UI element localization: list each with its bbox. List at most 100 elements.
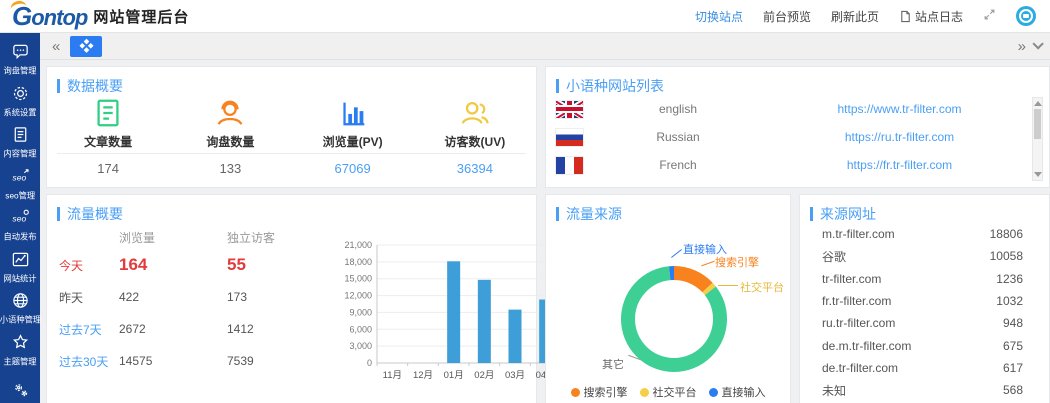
site-url-link[interactable]: https://fr.tr-filter.com [773,158,1026,172]
legend-item[interactable]: 社交平台 [640,384,697,400]
sidebar-nav: 询盘管理 系统设置 内容管理 seo seo管理 seo 自动发布 网站统计 [0,33,40,403]
site-url-link[interactable]: https://ru.tr-filter.com [773,130,1026,144]
panel-title: 流量概要 [67,204,123,224]
pv-value: 422 [119,290,227,304]
tab-dashboard[interactable] [70,36,102,57]
stat-value-pv[interactable]: 67069 [292,161,414,176]
dashboard-diamond-icon [79,38,95,54]
svg-text:12,000: 12,000 [344,291,372,301]
svg-text:11月: 11月 [383,370,402,381]
sidebar-item-inquiry[interactable]: 询盘管理 [0,39,40,81]
list-item: Russian https://ru.tr-filter.com [546,123,1026,151]
referrer-count: 675 [1003,339,1023,353]
fullscreen-icon[interactable] [983,8,996,24]
site-url-link[interactable]: https://www.tr-filter.com [773,102,1026,116]
main-content: 数据概要 文章数量 询盘数量 浏览量(PV) [40,60,1050,403]
list-item: m.tr-filter.com 18806 [800,223,1049,245]
seo-publish-icon: seo [11,208,30,227]
legend-dot-icon [640,388,649,397]
tabs-scroll-right-icon[interactable]: » [1014,39,1030,54]
referrer-list: m.tr-filter.com 18806 谷歌 10058 tr-filter… [800,223,1049,401]
tabs-dropdown-icon[interactable] [1032,38,1043,49]
tab-bar: « » [40,33,1050,60]
row-label-past7days[interactable]: 过去7天 [59,321,119,338]
referrer-count: 1032 [996,294,1023,308]
section-title-multilingual: 小语种网站列表 [546,67,1049,96]
uk-flag-icon [556,101,583,118]
nav-refresh-page[interactable]: 刷新此页 [831,8,879,25]
seo-icon: seo [11,167,30,186]
svg-text:03月: 03月 [505,370,525,381]
panel-title: 数据概要 [67,76,123,96]
legend-item[interactable]: 搜索引擎 [571,384,628,400]
svg-text:9,000: 9,000 [349,307,372,317]
russia-flag-icon [556,129,583,146]
sidebar-item-content[interactable]: 内容管理 [0,122,40,164]
pv-bar-chart: 03,0006,0009,00012,00015,00018,00021,000… [333,235,571,398]
sidebar-item-auto-publish[interactable]: seo 自动发布 [0,205,40,247]
scroll-up-icon[interactable] [1034,101,1042,106]
col-header-uv: 独立访客 [227,229,307,246]
nav-switch-site[interactable]: 切换站点 [695,8,743,25]
legend-item[interactable]: 直接输入 [709,384,766,400]
table-header-row: 浏览量 独立访客 [59,225,329,249]
legend-label: 搜索引擎 [584,384,628,400]
stat-pageviews: 浏览量(PV) [292,97,414,150]
pv-value: 164 [119,255,227,275]
tabs-scroll-left-icon[interactable]: « [48,39,64,54]
traffic-table: 浏览量 独立访客 今天 164 55 昨天 422 173 过去7天 2672 … [59,225,329,377]
list-item: english https://www.tr-filter.com [546,95,1026,123]
list-item: ru.tr-filter.com 948 [800,312,1049,334]
sidebar-item-multilingual[interactable]: 小语种管理 [0,288,40,330]
referrer-name: tr-filter.com [822,272,881,286]
panel-data-summary: 数据概要 文章数量 询盘数量 浏览量(PV) [46,66,537,188]
stat-label: 访客数(UV) [445,133,506,150]
row-label-today: 今天 [59,257,119,274]
referrer-count: 10058 [990,249,1023,263]
panel-title: 来源网址 [820,204,876,224]
nav-site-log[interactable]: 站点日志 [899,8,963,25]
star-badge-icon [11,333,30,352]
scrollbar-thumb[interactable] [1034,109,1041,139]
document-icon [899,10,912,23]
col-header-pv: 浏览量 [119,229,227,246]
list-item: 谷歌 10058 [800,245,1049,267]
article-doc-icon [92,97,124,129]
document-icon [11,125,30,144]
uv-value: 7539 [227,354,307,368]
list-scrollbar[interactable] [1032,97,1043,181]
referrer-count: 948 [1003,316,1023,330]
france-flag-icon [556,157,583,174]
chat-bubble-icon [11,42,30,61]
row-label-past30days[interactable]: 过去30天 [59,353,119,370]
row-label-yesterday: 昨天 [59,289,119,306]
stat-label: 文章数量 [84,133,132,150]
sidebar-item-seo[interactable]: seo seo管理 [0,164,40,206]
sidebar-item-label: 主题管理 [3,355,36,367]
user-avatar[interactable] [1016,6,1036,26]
stat-value-uv[interactable]: 36394 [414,161,536,176]
site-language: Russian [583,130,773,144]
panel-title: 小语种网站列表 [566,76,664,96]
sidebar-item-site-stats[interactable]: 网站统计 [0,247,40,289]
sidebar-item-theme[interactable]: 主题管理 [0,330,40,372]
donut-label-social: 社交平台 [740,279,784,295]
stat-label: 浏览量(PV) [323,133,383,150]
multilingual-list: english https://www.tr-filter.com Russia… [546,95,1026,179]
referrer-name: 未知 [822,382,846,399]
stat-value-inquiries: 133 [169,161,291,176]
sidebar-item-plugins[interactable] [0,371,40,403]
panel-traffic-source: 流量来源 直接输入 搜索引擎 社交平台 其它 搜索引擎社交平台直接输入 [545,194,791,403]
legend-dot-icon [571,388,580,397]
scroll-down-icon[interactable] [1034,172,1042,177]
section-title-traffic-source: 流量来源 [546,195,790,224]
stats-row: 文章数量 询盘数量 浏览量(PV) 访客数(UV) [47,97,536,150]
sidebar-item-system-settings[interactable]: 系统设置 [0,81,40,123]
svg-text:01月: 01月 [444,370,464,381]
list-item: 未知 568 [800,379,1049,401]
nav-front-preview[interactable]: 前台预览 [763,8,811,25]
list-item: French https://fr.tr-filter.com [546,151,1026,179]
table-row: 过去30天 14575 7539 [59,345,329,377]
stat-article-count: 文章数量 [47,97,169,150]
referrer-count: 18806 [990,227,1023,241]
